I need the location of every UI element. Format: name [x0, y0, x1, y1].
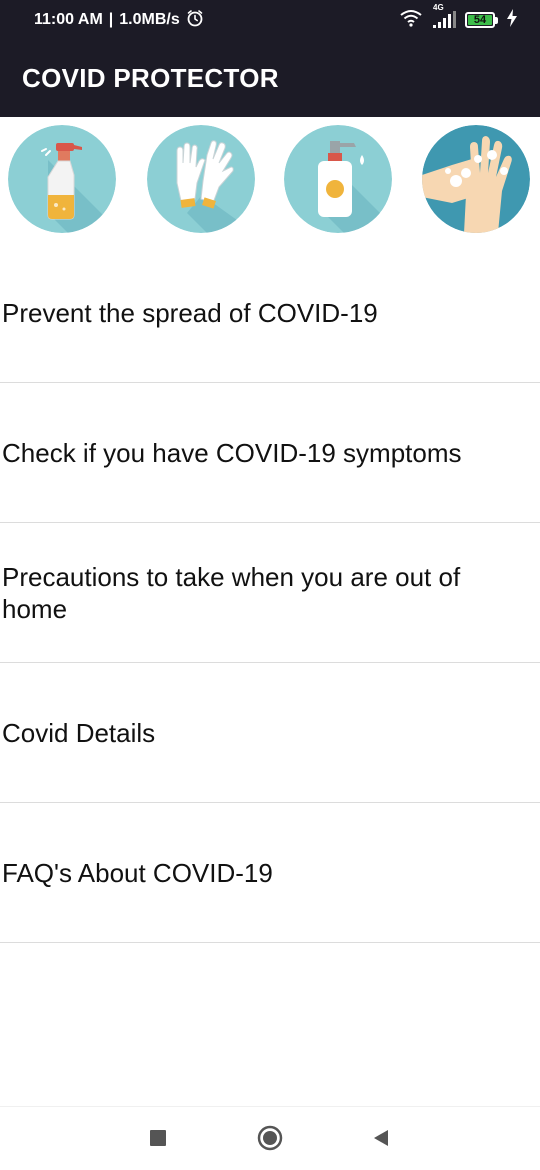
status-speed: 1.0MB/s	[119, 11, 180, 28]
hand-washing-icon	[422, 125, 530, 233]
menu-item-covid-details[interactable]: Covid Details	[0, 663, 540, 803]
system-nav-bar	[0, 1106, 540, 1170]
back-triangle-icon	[371, 1128, 391, 1153]
recents-button[interactable]	[143, 1125, 173, 1155]
spray-bottle-icon	[8, 125, 116, 233]
home-button[interactable]	[255, 1125, 285, 1155]
battery-level: 54	[468, 14, 492, 26]
battery-indicator: 54	[465, 12, 498, 28]
status-time: 11:00 AM	[34, 11, 103, 28]
wifi-icon	[399, 9, 423, 32]
square-icon	[149, 1129, 167, 1152]
status-right: 4G 54	[399, 3, 518, 32]
signal-icon: 4G	[431, 3, 457, 29]
menu-item-prevent-spread[interactable]: Prevent the spread of COVID-19	[0, 243, 540, 383]
charging-bolt-icon	[506, 8, 518, 32]
menu-item-check-symptoms[interactable]: Check if you have COVID-19 symptoms	[0, 383, 540, 523]
menu-list: Prevent the spread of COVID-19 Check if …	[0, 243, 540, 943]
menu-item-precautions[interactable]: Precautions to take when you are out of …	[0, 523, 540, 663]
app-bar: COVID PROTECTOR	[0, 40, 540, 117]
status-separator: |	[108, 11, 114, 28]
icon-row	[0, 117, 540, 247]
gloves-icon	[147, 125, 255, 233]
soap-dispenser-icon	[284, 125, 392, 233]
app-title: COVID PROTECTOR	[22, 63, 279, 93]
back-button[interactable]	[366, 1125, 396, 1155]
network-type: 4G	[433, 3, 444, 12]
alarm-icon	[186, 9, 204, 32]
menu-item-faq[interactable]: FAQ's About COVID-19	[0, 803, 540, 943]
circle-home-icon	[256, 1124, 284, 1157]
status-bar: 11:00 AM | 1.0MB/s 4G 54	[0, 0, 540, 40]
status-left: 11:00 AM | 1.0MB/s	[34, 9, 204, 32]
